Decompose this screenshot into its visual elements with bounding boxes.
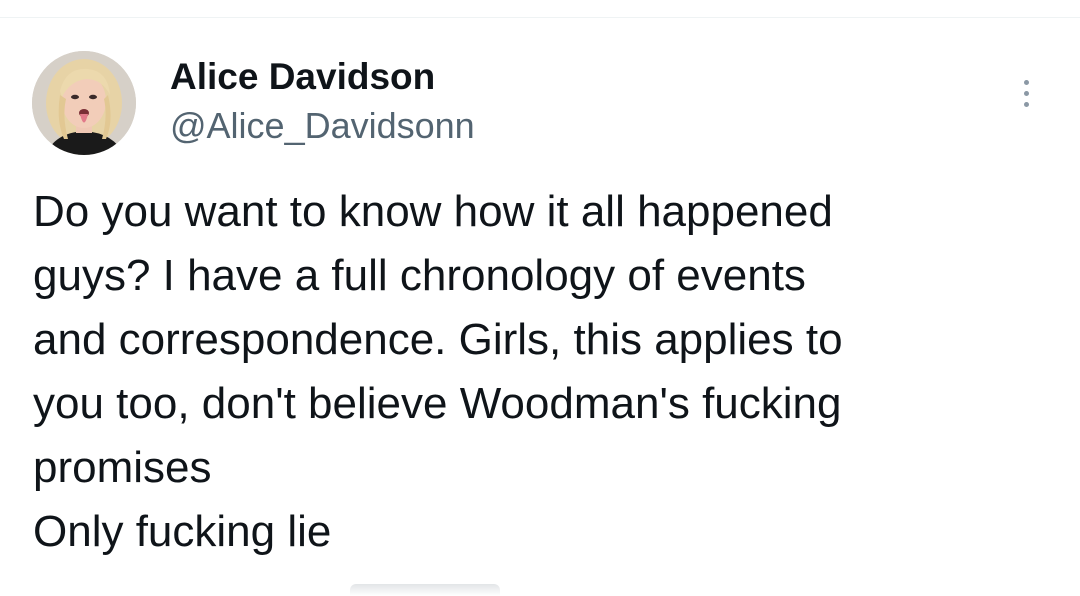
tweet-text-line: you too, don't believe Woodman's fucking — [33, 379, 842, 428]
more-options-button[interactable] — [1006, 73, 1046, 113]
profile-photo — [32, 51, 136, 155]
tweet-text-line: and correspondence. Girls, this applies … — [33, 315, 843, 364]
cropped-content-edge — [350, 584, 500, 596]
tweet-text: Do you want to know how it all happened … — [33, 180, 1043, 564]
tweet-text-line: promises — [33, 443, 212, 492]
tweet-text-line: Do you want to know how it all happened — [33, 187, 833, 236]
author-display-name[interactable]: Alice Davidson — [170, 55, 435, 99]
tweet-text-line: guys? I have a full chronology of events — [33, 251, 806, 300]
more-vertical-icon-dot — [1023, 90, 1029, 96]
more-vertical-icon — [1023, 79, 1029, 85]
avatar[interactable] — [32, 51, 136, 155]
more-vertical-icon-dot — [1023, 101, 1029, 107]
tweet[interactable]: Alice Davidson @Alice_Davidsonn Do you w… — [0, 18, 1080, 596]
author-handle[interactable]: @Alice_Davidsonn — [170, 105, 475, 147]
tweet-text-line: Only fucking lie — [33, 507, 332, 556]
